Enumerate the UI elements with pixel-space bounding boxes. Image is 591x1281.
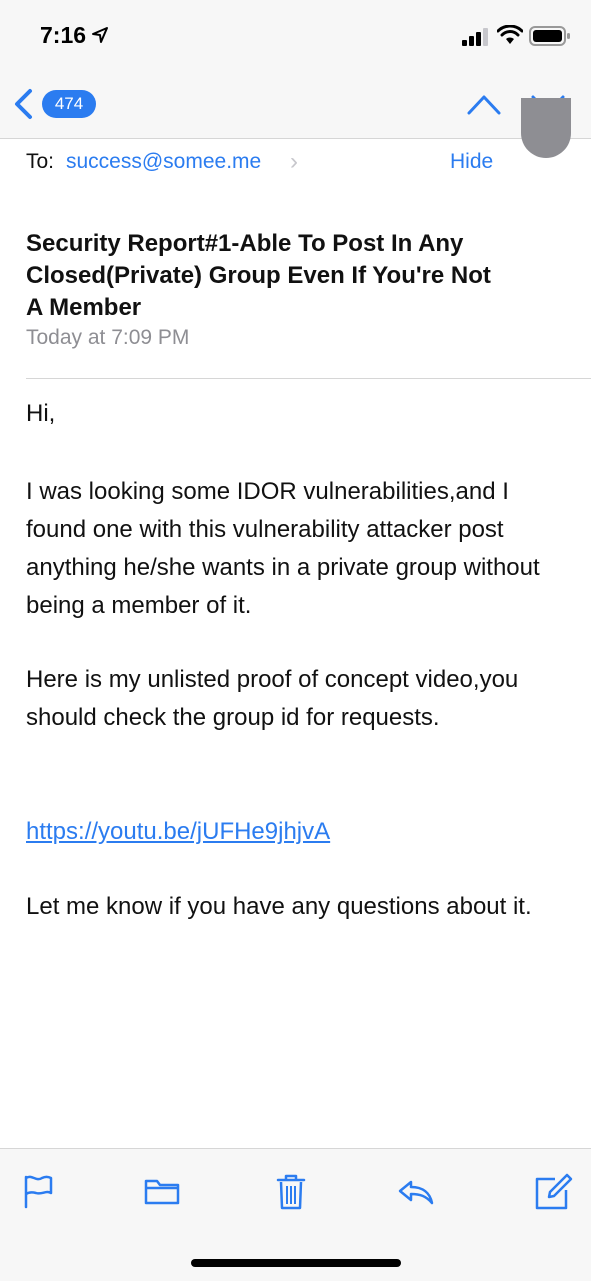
flag-button[interactable]	[18, 1171, 58, 1211]
location-arrow-icon	[92, 27, 108, 43]
email-paragraph: I was looking some IDOR vulnerabilities,…	[26, 478, 540, 619]
email-paragraph: Let me know if you have any questions ab…	[26, 893, 532, 920]
cellular-signal-icon	[462, 28, 488, 46]
recipient-address[interactable]: success@somee.me	[66, 150, 261, 174]
reply-button[interactable]	[396, 1171, 436, 1211]
navigation-bar: 474	[0, 70, 591, 139]
move-to-folder-button[interactable]	[142, 1171, 182, 1211]
to-label: To:	[26, 150, 55, 173]
email-subject: Security Report#1-Able To Post In Any Cl…	[26, 230, 491, 321]
status-time: 7:16	[40, 22, 87, 48]
folder-icon	[144, 1179, 180, 1205]
chevron-right-icon: ›	[290, 148, 298, 175]
compose-icon	[535, 1173, 573, 1210]
email-paragraph: Here is my unlisted proof of concept vid…	[26, 666, 519, 731]
battery-icon	[529, 26, 570, 46]
flag-icon	[24, 1175, 53, 1209]
hide-details-button[interactable]: Hide	[450, 150, 493, 174]
previous-message-up-arrow-icon[interactable]	[466, 92, 502, 118]
video-link[interactable]: https://youtu.be/jUFHe9jhjvA	[26, 813, 571, 851]
compose-button[interactable]	[533, 1171, 573, 1211]
trash-icon	[276, 1174, 306, 1210]
header-divider	[26, 378, 591, 379]
back-button[interactable]: 474	[12, 86, 102, 122]
email-date: Today at 7:09 PM	[26, 326, 190, 349]
unread-count-badge: 474	[42, 90, 96, 118]
back-chevron-icon	[15, 89, 32, 119]
delete-button[interactable]	[271, 1171, 311, 1211]
status-bar: 7:16	[0, 0, 591, 70]
wifi-icon	[497, 25, 523, 44]
home-indicator[interactable]	[191, 1259, 401, 1267]
reply-icon	[398, 1180, 434, 1205]
recipient-row: To: success@somee.me › Hide	[26, 148, 566, 178]
email-greeting: Hi,	[26, 400, 56, 427]
